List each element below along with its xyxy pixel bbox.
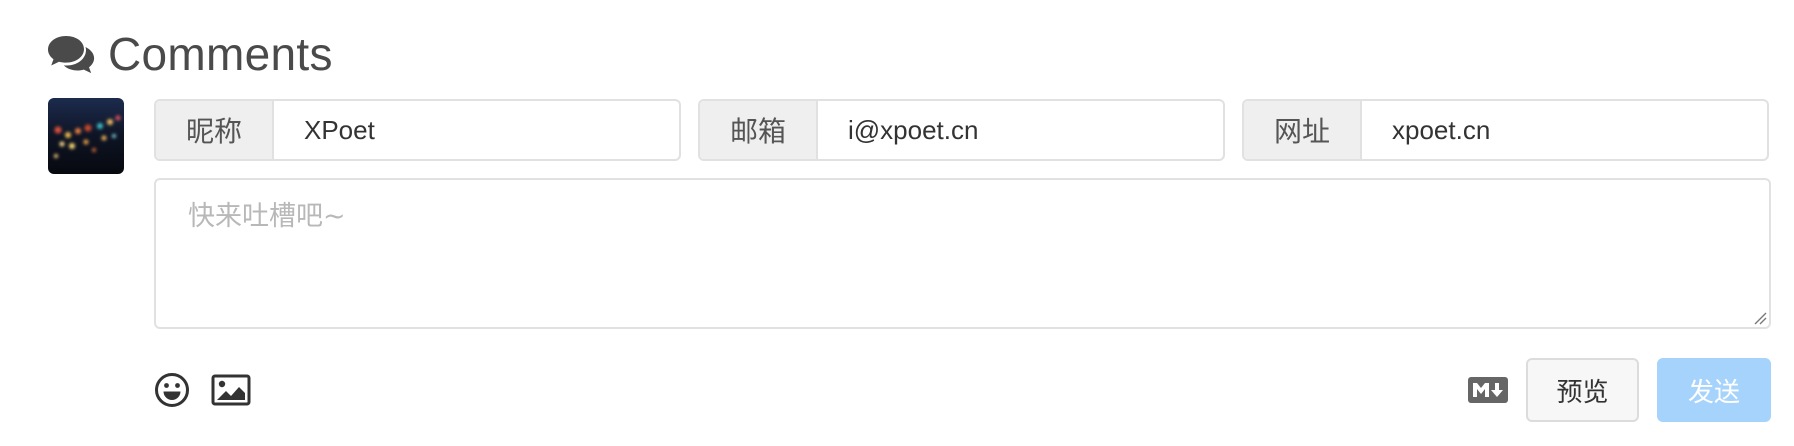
website-field-group: 网址 — [1242, 99, 1769, 161]
nickname-input[interactable] — [274, 101, 679, 159]
nickname-label: 昵称 — [156, 101, 274, 159]
comment-textarea[interactable] — [156, 180, 1769, 327]
comments-header: Comments — [46, 28, 333, 80]
email-input[interactable] — [818, 101, 1223, 159]
send-button[interactable]: 发送 — [1657, 358, 1771, 422]
image-icon[interactable] — [210, 370, 252, 410]
markdown-icon[interactable] — [1468, 377, 1508, 403]
email-field-group: 邮箱 — [698, 99, 1225, 161]
website-input[interactable] — [1362, 101, 1767, 159]
smile-icon[interactable] — [152, 370, 192, 410]
comments-title: Comments — [108, 28, 333, 80]
resize-handle-icon[interactable] — [1751, 309, 1767, 325]
comment-editor — [154, 178, 1771, 329]
nickname-field-group: 昵称 — [154, 99, 681, 161]
comments-icon — [46, 32, 102, 76]
website-label: 网址 — [1244, 101, 1362, 159]
avatar — [48, 98, 124, 174]
preview-button[interactable]: 预览 — [1526, 358, 1639, 422]
email-label: 邮箱 — [700, 101, 818, 159]
